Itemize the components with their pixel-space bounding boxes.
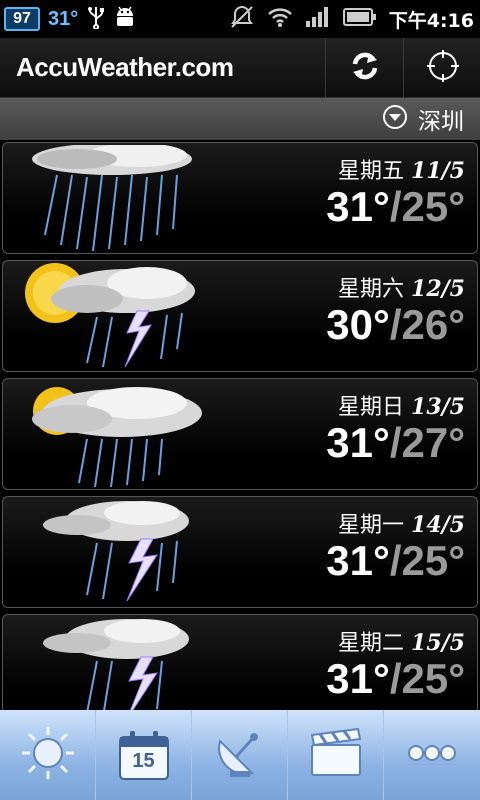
nav-satellite[interactable] (192, 710, 288, 800)
dropdown-icon (382, 104, 408, 134)
nav-calendar[interactable]: 15 (96, 710, 192, 800)
app-header: AccuWeather.com (0, 38, 480, 98)
forecast-date: 12/5 (411, 276, 465, 302)
forecast-day: 星期五 (338, 159, 405, 184)
forecast-card[interactable]: 星期一 14/5 31°/25° (2, 496, 478, 608)
signal-icon (305, 6, 331, 32)
locate-button[interactable] (403, 38, 480, 98)
forecast-high: 31° (326, 419, 390, 466)
forecast-high: 31° (326, 183, 390, 230)
forecast-day: 星期六 (338, 277, 405, 302)
calendar-day: 15 (132, 750, 155, 772)
forecast-low: 26° (401, 301, 465, 348)
forecast-card[interactable]: 星期日 13/5 31°/27° (2, 378, 478, 490)
location-selector[interactable]: 深圳 (0, 98, 480, 140)
sun-thunderstorm-icon (17, 263, 207, 371)
forecast-high: 31° (326, 655, 390, 702)
forecast-card[interactable]: 星期六 12/5 30°/26° (2, 260, 478, 372)
location-name: 深圳 (418, 109, 464, 135)
thunderstorm-icon (17, 617, 207, 710)
nav-current-conditions[interactable] (0, 710, 96, 800)
android-debug-icon (114, 5, 136, 33)
forecast-date: 11/5 (411, 158, 465, 184)
forecast-date: 13/5 (411, 394, 465, 420)
forecast-card[interactable]: 星期二 15/5 31°/25° (2, 614, 478, 710)
calendar-icon: 15 (116, 727, 172, 783)
refresh-button[interactable] (325, 38, 403, 98)
forecast-list[interactable]: 星期五 11/5 31°/25° 星期六 12/5 30°/26° 星期日 13… (0, 140, 480, 710)
satellite-dish-icon (210, 723, 270, 787)
locate-icon (425, 48, 461, 88)
forecast-low: 25° (401, 183, 465, 230)
forecast-low: 25° (401, 537, 465, 584)
nav-video[interactable] (288, 710, 384, 800)
silent-mode-icon (229, 4, 255, 34)
bottom-nav: 15 (0, 710, 480, 800)
status-time: 下午4:16 (388, 9, 474, 32)
sun-icon (18, 723, 78, 787)
forecast-day: 星期二 (338, 631, 405, 656)
rain-icon (17, 143, 207, 253)
sun-rain-icon (17, 381, 207, 489)
wifi-icon (267, 6, 293, 32)
forecast-card[interactable]: 星期五 11/5 31°/25° (2, 142, 478, 254)
refresh-icon (347, 48, 383, 88)
nav-more[interactable] (384, 710, 480, 800)
status-bar: 97 31° 下午4:16 (0, 0, 480, 38)
forecast-date: 15/5 (411, 630, 465, 656)
video-icon (306, 723, 366, 787)
forecast-low: 27° (401, 419, 465, 466)
forecast-day: 星期日 (338, 395, 405, 420)
battery-icon (342, 7, 377, 31)
forecast-high: 30° (326, 301, 390, 348)
usb-icon (86, 5, 106, 33)
forecast-high: 31° (326, 537, 390, 584)
accuweather-logo: AccuWeather.com (16, 52, 234, 82)
status-temperature: 31° (48, 7, 79, 30)
forecast-date: 14/5 (411, 512, 465, 538)
more-icon (402, 723, 462, 787)
forecast-day: 星期一 (338, 513, 405, 538)
notification-badge: 97 (4, 7, 40, 31)
thunderstorm-icon (17, 499, 207, 607)
forecast-low: 25° (401, 655, 465, 702)
